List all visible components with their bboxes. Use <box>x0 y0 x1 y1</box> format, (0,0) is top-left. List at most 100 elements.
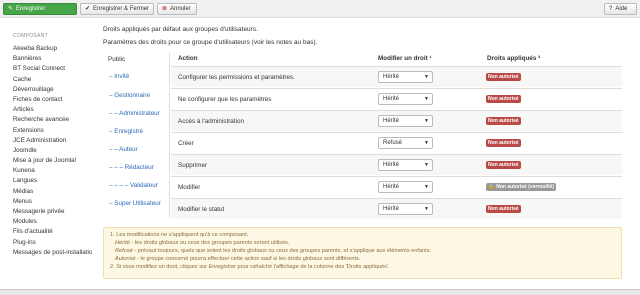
help-button[interactable]: ? Aide <box>604 3 637 15</box>
status-badge: Non autorisé <box>486 161 521 169</box>
sidebar-item[interactable]: Plug-ins <box>13 238 92 248</box>
select-value: Hérité <box>383 162 400 168</box>
permission-row: Modifier le statut Hérité ▼ Non autorisé <box>171 198 622 219</box>
permission-row: Ne configurer que les paramètres Hérité ▼… <box>171 88 622 109</box>
tab-manager[interactable]: – Gestionnaire <box>103 92 170 99</box>
toolbar: ✎ Enregistrer ✔ Enregistrer & Fermer ⊗ Annu… <box>0 0 640 18</box>
tab-author[interactable]: – – Auteur <box>103 146 170 153</box>
select-value: Hérité <box>383 74 400 80</box>
caret-down-icon: ▼ <box>424 118 429 124</box>
permission-select[interactable]: Hérité ▼ <box>378 115 433 127</box>
sidebar-item[interactable]: Akeeba Backup <box>13 44 92 54</box>
sidebar-item[interactable]: Mise à jour de Joomla! <box>13 156 92 166</box>
sidebar-item[interactable]: JCE Administration <box>13 136 92 146</box>
cancel-label: Annuler <box>170 6 191 12</box>
check-icon: ✔ <box>85 6 91 12</box>
sidebar-item[interactable]: Messagerie privée <box>13 207 92 217</box>
header-applied: Droits appliqués ² <box>487 55 541 62</box>
permission-row: Supprimer Hérité ▼ Non autorisé <box>171 154 622 175</box>
component-sidebar: COMPOSANT Akeeba Backup Bannières BT Soc… <box>0 26 92 295</box>
sidebar-item[interactable]: Recherche avancée <box>13 115 92 125</box>
sidebar-item[interactable]: Articles <box>13 105 92 115</box>
tab-publisher[interactable]: – – – – Validateur <box>103 182 170 189</box>
group-permissions-text: Paramètres des droits pour ce groupe d'u… <box>103 39 318 46</box>
component-list: Akeeba Backup Bannières BT Social Connec… <box>13 44 92 258</box>
action-label: Modifier le statut <box>178 206 225 213</box>
action-label: Accès à l'administration <box>178 118 244 125</box>
note-herite-label: Hérité <box>115 240 130 246</box>
help-label: Aide <box>615 6 628 12</box>
permission-select[interactable]: Hérité ▼ <box>378 203 433 215</box>
save-label: Enregistrer <box>16 6 46 12</box>
save-close-button[interactable]: ✔ Enregistrer & Fermer <box>80 3 154 15</box>
caret-down-icon: ▼ <box>424 184 429 190</box>
sidebar-item[interactable]: Modules <box>13 217 92 227</box>
note-refuse: Refusé - prévaut toujours, quels que soi… <box>110 247 615 255</box>
lock-icon: 🔒 <box>488 184 495 190</box>
tab-editor[interactable]: – – – Rédacteur <box>103 164 170 171</box>
sidebar-item[interactable]: Kunena <box>13 166 92 176</box>
notes-box: 1. Les modifications ne s'appliquent qu'… <box>103 227 622 279</box>
action-label: Supprimer <box>178 162 208 169</box>
caret-down-icon: ▼ <box>424 162 429 168</box>
note-autorise: Autorisé - le groupe concerné pourra eff… <box>110 255 615 263</box>
permission-select[interactable]: Hérité ▼ <box>378 181 433 193</box>
note-refuse-text: - prévaut toujours, quels que soient les… <box>132 248 432 254</box>
note-herite-text: - les droits globaux ou ceux des groupes… <box>129 240 290 246</box>
save-close-label: Enregistrer & Fermer <box>93 6 150 12</box>
note-autorise-label: Autorisé <box>115 256 136 262</box>
permission-select[interactable]: Hérité ▼ <box>378 71 433 83</box>
status-badge: Non autorisé <box>486 73 521 81</box>
permission-row: Créer Refusé ▼ Non autorisé <box>171 132 622 153</box>
note-2-em: Enregistrer <box>208 264 236 270</box>
sidebar-item[interactable]: Langues <box>13 176 92 186</box>
save-icon: ✎ <box>8 6 14 12</box>
caret-down-icon: ▼ <box>424 74 429 80</box>
user-group-tabs: Public – Invité – Gestionnaire – – Admin… <box>103 53 170 217</box>
tab-registered[interactable]: – Enregistré <box>103 128 170 135</box>
tab-guest[interactable]: – Invité <box>103 73 170 80</box>
save-button[interactable]: ✎ Enregistrer <box>3 3 77 15</box>
status-bar <box>0 289 640 295</box>
caret-down-icon: ▼ <box>424 206 429 212</box>
sidebar-item[interactable]: Bannières <box>13 54 92 64</box>
note-2-a: 2. Si vous modifiez un droit, cliquez su… <box>110 264 209 270</box>
tab-public[interactable]: Public <box>108 56 125 63</box>
help-icon: ? <box>609 6 613 12</box>
sidebar-item[interactable]: Menus <box>13 197 92 207</box>
permission-select[interactable]: Hérité ▼ <box>378 93 433 105</box>
sidebar-item[interactable]: Médias <box>13 187 92 197</box>
select-value: Refusé <box>383 140 403 146</box>
sidebar-item[interactable]: Fils d'actualité <box>13 227 92 237</box>
permission-select[interactable]: Hérité ▼ <box>378 159 433 171</box>
select-value: Hérité <box>383 96 400 102</box>
permission-row: Modifier Hérité ▼ 🔒 Non autorisé (verrouil… <box>171 176 622 197</box>
select-value: Hérité <box>383 206 400 212</box>
note-2-b: pour rafraîchir l'affichage de la colonn… <box>235 264 390 270</box>
select-value: Hérité <box>383 118 400 124</box>
note-1: 1. Les modifications ne s'appliquent qu'… <box>110 232 249 238</box>
caret-down-icon: ▼ <box>424 140 429 146</box>
status-badge-locked: 🔒 Non autorisé (verrouillé) <box>486 183 557 191</box>
status-badge: Non autorisé <box>486 205 521 213</box>
status-badge: Non autorisé <box>486 139 521 147</box>
sidebar-item[interactable]: Fiches de contact <box>13 95 92 105</box>
sidebar-item[interactable]: Déverrouillage <box>13 85 92 95</box>
sidebar-item[interactable]: Cache <box>13 75 92 85</box>
tab-super-user[interactable]: – Super Utilisateur <box>103 200 170 207</box>
cancel-icon: ⊗ <box>162 6 168 12</box>
action-label: Modifier <box>178 184 201 191</box>
select-value: Hérité <box>383 184 400 190</box>
action-label: Configurer les permissions et paramètres… <box>178 74 295 81</box>
header-modify: Modifier un droit ¹ <box>378 55 432 62</box>
cancel-button[interactable]: ⊗ Annuler <box>157 3 197 15</box>
tab-administrator[interactable]: – – Administrateur <box>103 110 170 117</box>
action-label: Ne configurer que les paramètres <box>178 96 272 103</box>
sidebar-item[interactable]: BT Social Connect <box>13 64 92 74</box>
note-herite: Hérité - les droits globaux ou ceux des … <box>110 239 615 247</box>
sidebar-item[interactable]: Messages de post-installation <box>13 248 92 258</box>
permission-select[interactable]: Refusé ▼ <box>378 137 433 149</box>
sidebar-item[interactable]: Extensions <box>13 126 92 136</box>
sidebar-item[interactable]: Joomdle <box>13 146 92 156</box>
note-2: 2. Si vous modifiez un droit, cliquez su… <box>110 263 615 271</box>
